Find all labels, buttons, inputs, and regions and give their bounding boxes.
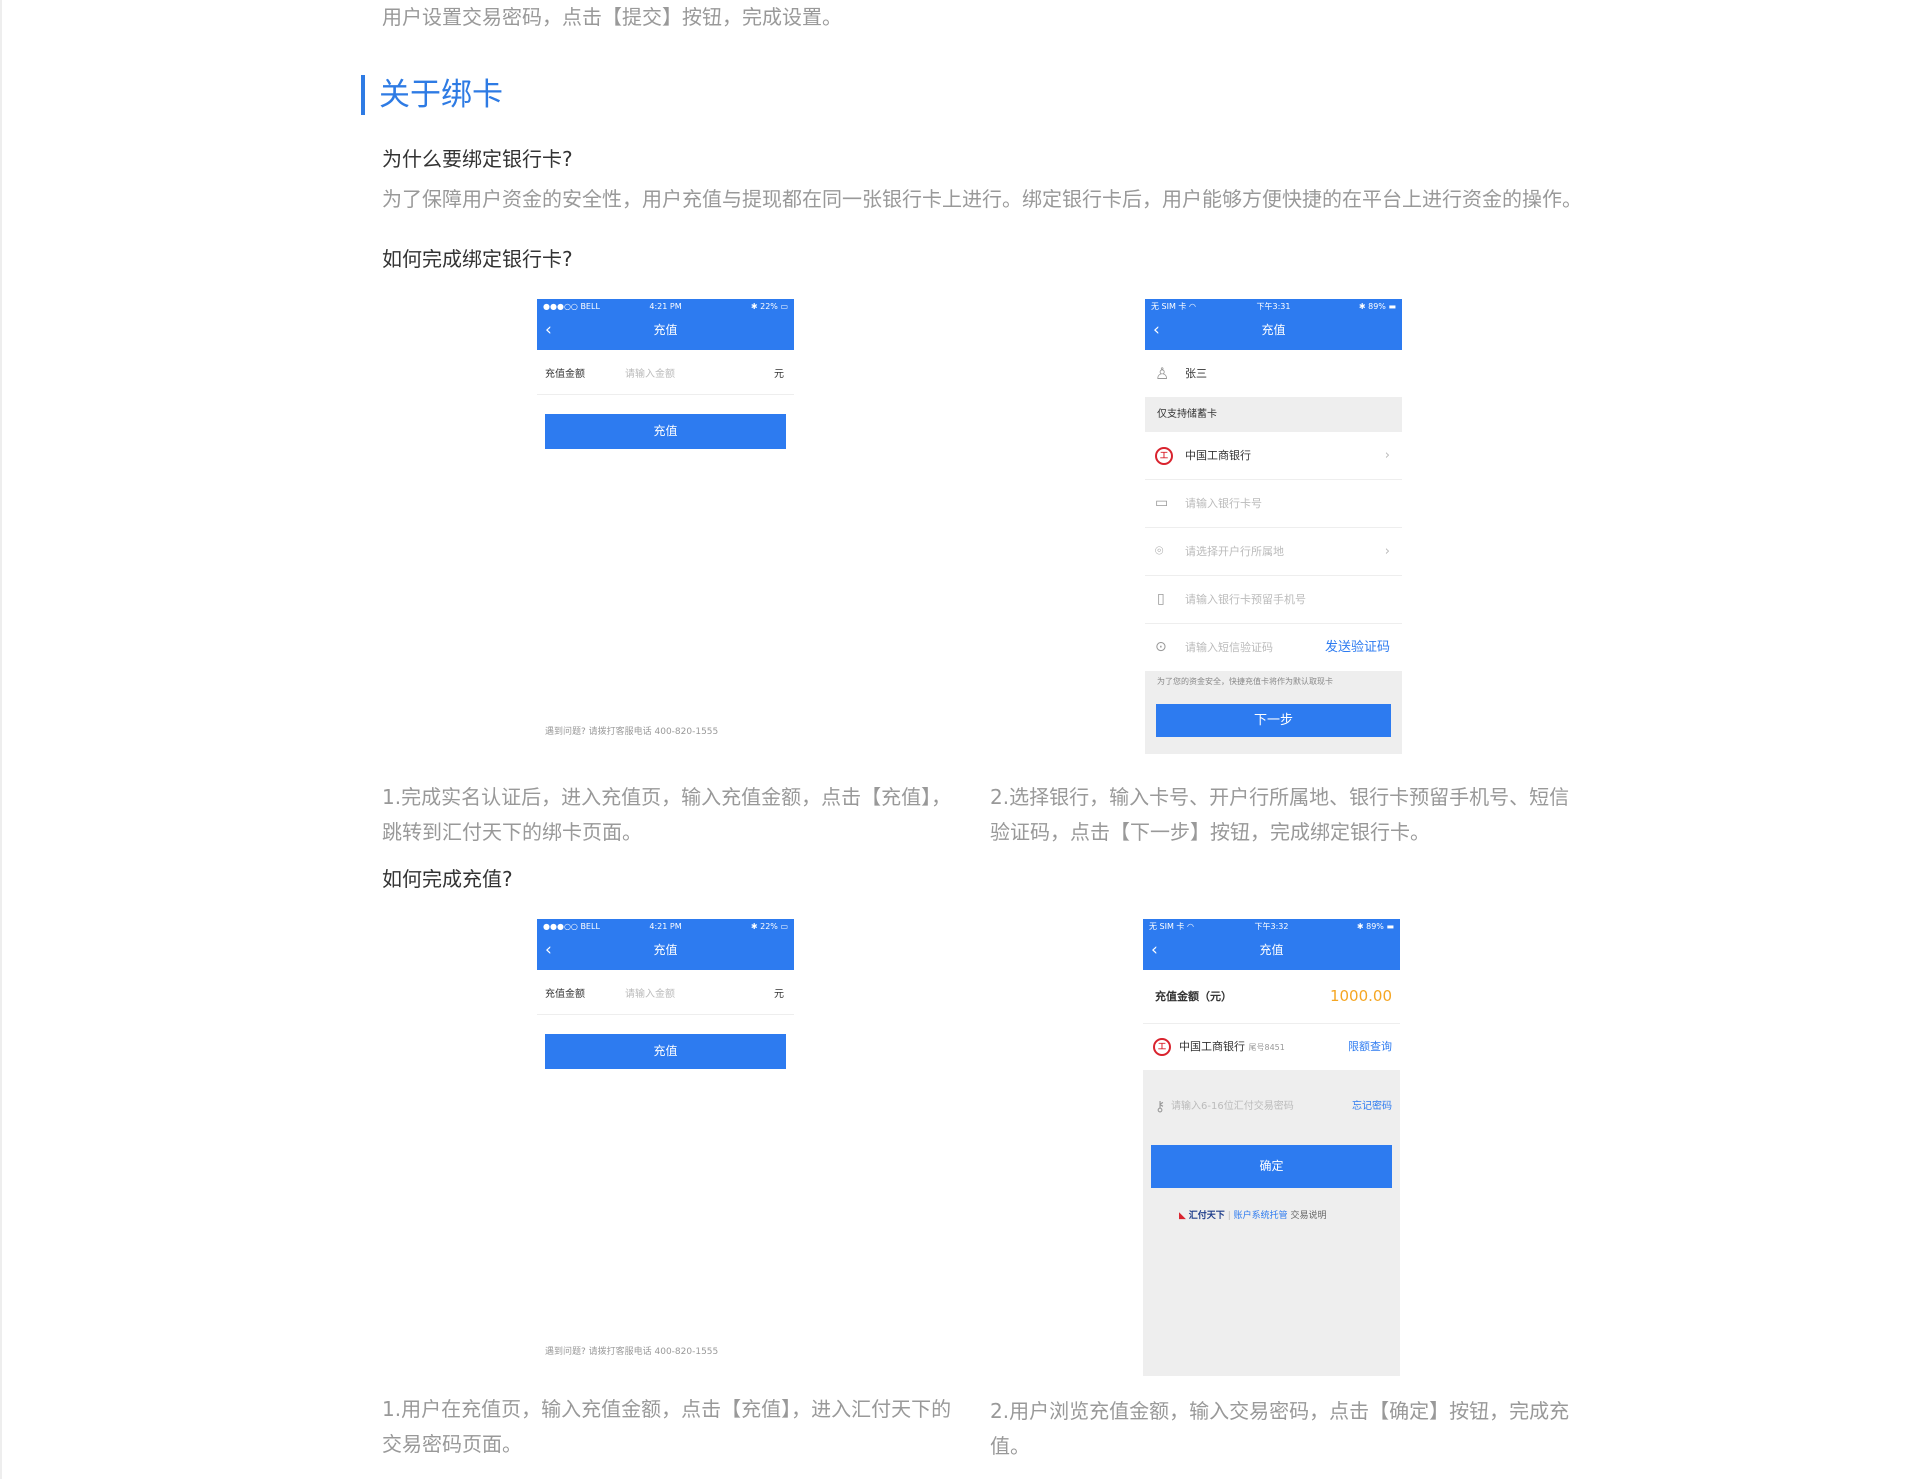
phone-number-row[interactable]: ▯ 请输入银行卡预留手机号 [1145, 576, 1402, 624]
chevron-right-icon: › [1384, 448, 1390, 463]
battery-icon: ▭ [780, 922, 788, 931]
phone-recharge-screen: ●●●○○ BELL 4:21 PM ✱ 22% ▭ ‹ 充值 充值金额 请输入… [537, 299, 794, 744]
trade-info-link[interactable]: 交易说明 [1291, 1211, 1327, 1221]
sms-code-input[interactable]: 请输入短信验证码 [1185, 624, 1273, 671]
nav-title: 充值 [653, 323, 678, 337]
card-number-input[interactable]: 请输入银行卡号 [1185, 480, 1262, 527]
amount-row: 充值金额 请输入金额 元 [537, 970, 794, 1015]
user-row: ♙ 张三 [1145, 350, 1402, 398]
brand-footer: ◣ 汇付天下 | 账户系统托管 交易说明 [1179, 1211, 1327, 1221]
bluetooth-icon: ✱ [750, 302, 758, 311]
card-tail: 尾号8451 [1248, 1043, 1285, 1052]
location-row[interactable]: ⌾ 请选择开户行所属地 › [1145, 528, 1402, 576]
unit-label: 元 [774, 989, 784, 1000]
amount-input[interactable]: 请输入金额 [625, 365, 675, 380]
chinapnr-logo-icon: ◣ [1179, 1211, 1186, 1221]
bank-name: 中国工商银行 尾号8451 [1179, 1040, 1285, 1053]
nav-title: 充值 [653, 943, 678, 957]
question-why-bind: 为什么要绑定银行卡? [382, 147, 573, 171]
send-code-button[interactable]: 发送验证码 [1325, 624, 1390, 671]
battery: ✱ 89% ▬ [1358, 302, 1396, 311]
sms-code-row[interactable]: ⊙ 请输入短信验证码 发送验证码 [1145, 624, 1402, 671]
battery: ✱ 22% ▭ [750, 922, 788, 931]
brand-name: 汇付天下 [1188, 1211, 1225, 1221]
caption-step2-recharge: 2.用户浏览充值金额，输入交易密码，点击【确定】按钮，完成充值。 [990, 1399, 1570, 1458]
phone-number-input[interactable]: 请输入银行卡预留手机号 [1185, 576, 1306, 623]
intro-text: 用户设置交易密码，点击【提交】按钮，完成设置。 [382, 5, 842, 29]
next-step-button[interactable]: 下一步 [1156, 704, 1391, 737]
bluetooth-icon: ✱ [1358, 302, 1366, 311]
status-bar: 无 SIM 卡 ◠ 下午3:31 ✱ 89% ▬ [1145, 299, 1402, 315]
phone-trade-password-screen: 无 SIM 卡 ◠ 下午3:32 ✱ 89% ▬ ‹ 充值 充值金额（元） 10… [1143, 919, 1400, 1376]
question-how-recharge: 如何完成充值? [382, 867, 513, 891]
nav-bar: ●●●○○ BELL 4:21 PM ✱ 22% ▭ ‹ 充值 [537, 299, 794, 350]
nav-bar: 无 SIM 卡 ◠ 下午3:32 ✱ 89% ▬ ‹ 充值 [1143, 919, 1400, 970]
debit-only-notice: 仅支持储蓄卡 [1157, 409, 1217, 420]
limit-query-link[interactable]: 限额查询 [1348, 1024, 1392, 1070]
forgot-password-link[interactable]: 忘记密码 [1352, 1084, 1392, 1130]
amount-label: 充值金额 [545, 989, 585, 1000]
question-how-bind: 如何完成绑定银行卡? [382, 247, 573, 271]
caption-step2-bind: 2.选择银行，输入卡号、开户行所属地、银行卡预留手机号、短信验证码，点击【下一步… [990, 785, 1570, 844]
status-bar: ●●●○○ BELL 4:21 PM ✱ 22% ▭ [537, 919, 794, 935]
caption-step1-bind: 1.完成实名认证后，进入充值页，输入充值金额，点击【充值】，跳转到汇付天下的绑卡… [382, 785, 952, 844]
recharge-button[interactable]: 充值 [545, 1034, 786, 1069]
status-bar: ●●●○○ BELL 4:21 PM ✱ 22% ▭ [537, 299, 794, 315]
amount-input[interactable]: 请输入金额 [625, 985, 675, 1000]
location-select[interactable]: 请选择开户行所属地 [1185, 528, 1284, 575]
card-icon: ▭ [1155, 495, 1169, 511]
bank-row: 工 中国工商银行 尾号8451 限额查询 [1143, 1024, 1400, 1070]
nav-bar: 无 SIM 卡 ◠ 下午3:31 ✱ 89% ▬ ‹ 充值 [1145, 299, 1402, 350]
confirm-button[interactable]: 确定 [1151, 1145, 1392, 1188]
battery-icon: ▬ [1388, 302, 1396, 311]
password-row[interactable]: ⚷ 请输入6-16位汇付交易密码 忘记密码 [1143, 1084, 1400, 1130]
amount-row: 充值金额 请输入金额 元 [537, 350, 794, 395]
nav-title: 充值 [1259, 943, 1284, 957]
battery: ✱ 89% ▬ [1356, 922, 1394, 931]
user-icon: ♙ [1155, 364, 1170, 383]
icbc-logo-icon: 工 [1155, 432, 1173, 479]
caption-step1-recharge: 1.用户在充值页，输入充值金额，点击【充值】，进入汇付天下的交易密码页面。 [382, 1397, 952, 1456]
battery-icon: ▬ [1386, 922, 1394, 931]
phone-recharge-screen-2: ●●●○○ BELL 4:21 PM ✱ 22% ▭ ‹ 充值 充值金额 请输入… [537, 919, 794, 1364]
brand-tagline: 账户系统托管 [1233, 1211, 1288, 1221]
help-footer: 遇到问题? 请拨打客服电话 400-820-1555 [545, 1347, 719, 1357]
safety-note: 为了您的资金安全，快捷充值卡将作为默认取现卡 [1157, 677, 1333, 686]
bluetooth-icon: ✱ [1356, 922, 1364, 931]
bank-select-row[interactable]: 工 中国工商银行 › [1145, 432, 1402, 480]
nav-title: 充值 [1261, 323, 1286, 337]
page-edge [0, 0, 2, 1479]
nav-bar: ●●●○○ BELL 4:21 PM ✱ 22% ▭ ‹ 充值 [537, 919, 794, 970]
location-pin-icon: ⌾ [1155, 543, 1164, 559]
answer-why-bind: 为了保障用户资金的安全性，用户充值与提现都在同一张银行卡上进行。绑定银行卡后，用… [382, 187, 1582, 211]
unit-label: 元 [774, 369, 784, 380]
chevron-right-icon: › [1384, 544, 1390, 559]
battery-icon: ▭ [780, 302, 788, 311]
battery: ✱ 22% ▭ [750, 302, 788, 311]
amount-label: 充值金额（元） [1155, 990, 1232, 1003]
help-footer: 遇到问题? 请拨打客服电话 400-820-1555 [545, 727, 719, 737]
phone-bind-card-screen: 无 SIM 卡 ◠ 下午3:31 ✱ 89% ▬ ‹ 充值 ♙ 张三 仅支持储蓄… [1145, 299, 1402, 754]
mobile-phone-icon: ▯ [1157, 591, 1165, 607]
recharge-button[interactable]: 充值 [545, 414, 786, 449]
icbc-logo-icon: 工 [1153, 1024, 1171, 1070]
amount-label: 充值金额 [545, 369, 585, 380]
trade-password-input[interactable]: 请输入6-16位汇付交易密码 [1171, 1084, 1294, 1130]
amount-row: 充值金额（元） 1000.00 [1143, 970, 1400, 1024]
user-name: 张三 [1185, 367, 1207, 380]
status-bar: 无 SIM 卡 ◠ 下午3:32 ✱ 89% ▬ [1143, 919, 1400, 935]
card-number-row[interactable]: ▭ 请输入银行卡号 [1145, 480, 1402, 528]
bank-name: 中国工商银行 [1185, 449, 1251, 462]
key-icon: ⚷ [1155, 1099, 1166, 1115]
lock-icon: ⊙ [1155, 639, 1167, 655]
section-title: 关于绑卡 [361, 75, 503, 115]
amount-value: 1000.00 [1329, 987, 1392, 1005]
bluetooth-icon: ✱ [750, 922, 758, 931]
